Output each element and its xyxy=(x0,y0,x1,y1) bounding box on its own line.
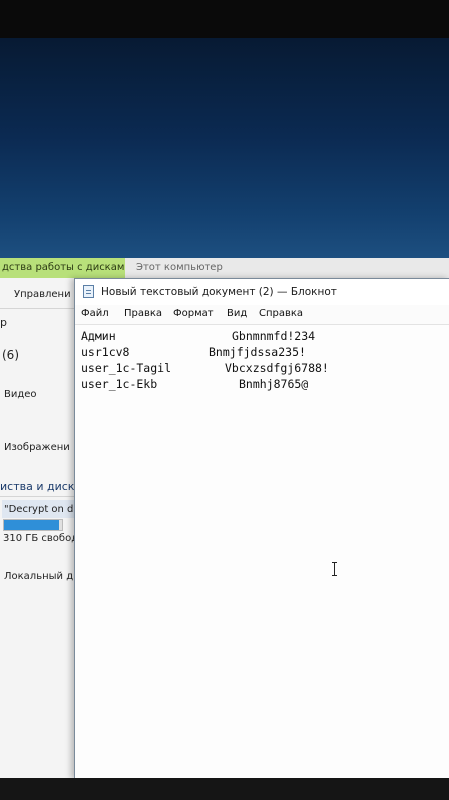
line-password: Bnmjfjdssa235! xyxy=(209,345,306,359)
menu-file[interactable]: Файл xyxy=(81,308,109,319)
drive-usage-bar xyxy=(3,519,63,531)
tab-manage[interactable]: Управлени xyxy=(14,289,71,300)
menu-help[interactable]: Справка xyxy=(259,308,303,319)
line-user: user_1c-Tagil xyxy=(81,361,172,375)
notepad-icon xyxy=(83,285,94,298)
notepad-window: Новый текстовый документ (2) — Блокнот Ф… xyxy=(74,278,449,779)
folder-video[interactable]: Видео xyxy=(4,389,37,400)
monitor-bottom-bezel xyxy=(0,778,449,800)
local-disk-item[interactable]: Локальный д xyxy=(4,571,73,582)
line-user: user_1c-Ekb xyxy=(81,377,158,391)
folders-count: (6) xyxy=(2,348,19,362)
drive-label[interactable]: "Decrypt on d xyxy=(4,504,73,515)
menu-edit[interactable]: Правка xyxy=(124,308,162,319)
monitor-bezel xyxy=(0,0,449,38)
desktop-background xyxy=(0,38,449,258)
text-cursor-ibeam-icon xyxy=(332,562,337,576)
line-user: Админ xyxy=(81,329,116,343)
nav-path-partial[interactable]: р xyxy=(0,316,7,329)
notepad-title: Новый текстовый документ (2) — Блокнот xyxy=(101,286,337,298)
folder-images[interactable]: Изображени xyxy=(4,442,70,453)
ribbon-divider xyxy=(0,308,75,309)
notepad-titlebar[interactable]: Новый текстовый документ (2) — Блокнот xyxy=(75,279,449,305)
line-user: usr1cv8 xyxy=(81,345,130,359)
tab-drive-tools[interactable]: дства работы с дисками xyxy=(0,258,125,278)
drive-free-space: 310 ГБ свобод xyxy=(3,533,79,544)
explorer-ribbon-tabs: дства работы с дисками Этот компьютер xyxy=(0,258,449,278)
section-divider xyxy=(0,496,75,497)
line-password: Vbcxzsdfgj6788! xyxy=(225,361,329,375)
line-password: Bnmhj8765@ xyxy=(239,377,309,391)
line-password: Gbnmnmfd!234 xyxy=(232,329,316,343)
section-devices-and-drives: иства и диск xyxy=(0,480,75,493)
notepad-text-area[interactable]: Админ Gbnmnmfd!234 usr1cv8 Bnmjfjdssa235… xyxy=(75,325,449,779)
menu-format[interactable]: Формат xyxy=(173,308,214,319)
menu-view[interactable]: Вид xyxy=(227,308,247,319)
drive-usage-fill xyxy=(4,520,60,530)
notepad-menubar: Файл Правка Формат Вид Справка xyxy=(75,305,449,325)
explorer-window-title: Этот компьютер xyxy=(136,262,223,273)
